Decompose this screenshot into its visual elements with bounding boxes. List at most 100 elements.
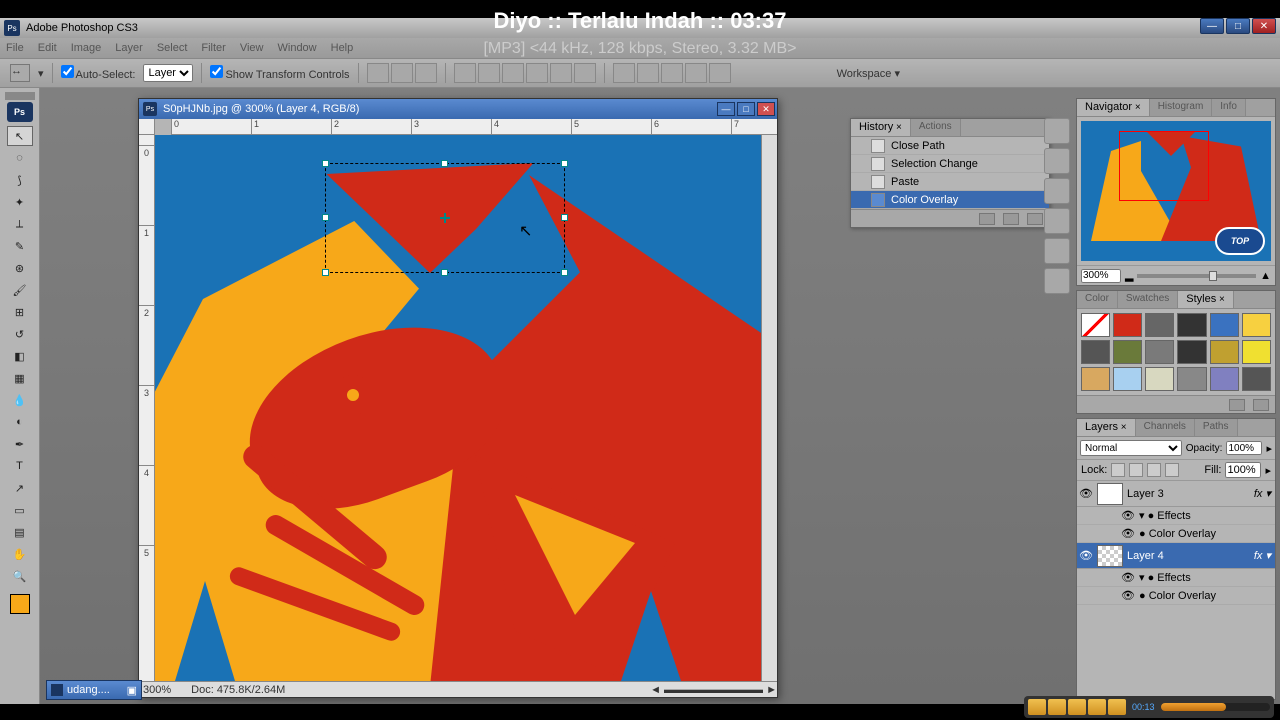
history-brush-tool[interactable]: ↺	[7, 324, 33, 344]
media-stop-button[interactable]	[1088, 699, 1106, 715]
lasso-tool[interactable]: ⟆	[7, 170, 33, 190]
style-swatch[interactable]	[1113, 313, 1142, 337]
panel-icon[interactable]	[1044, 268, 1070, 294]
blur-tool[interactable]: 💧	[7, 390, 33, 410]
style-swatch[interactable]	[1177, 340, 1206, 364]
tab-color[interactable]: Color	[1077, 291, 1118, 308]
style-swatch[interactable]	[1210, 313, 1239, 337]
style-swatch[interactable]	[1145, 340, 1174, 364]
style-swatch[interactable]	[1177, 313, 1206, 337]
menu-window[interactable]: Window	[278, 42, 317, 54]
stamp-tool[interactable]: ⊞	[7, 302, 33, 322]
foreground-color[interactable]	[10, 594, 30, 614]
opacity-input[interactable]	[1226, 441, 1262, 455]
auto-select-dropdown[interactable]: Layer	[143, 64, 193, 82]
panel-icon[interactable]	[1044, 208, 1070, 234]
style-swatch[interactable]	[1145, 367, 1174, 391]
doc-minimize-button[interactable]: —	[717, 102, 735, 116]
style-swatch[interactable]	[1210, 340, 1239, 364]
menu-view[interactable]: View	[240, 42, 264, 54]
zoom-out-icon[interactable]: ▂	[1125, 269, 1133, 282]
panel-icon[interactable]	[1044, 178, 1070, 204]
layer-effect-row[interactable]: 👁▾ ● Effects	[1077, 569, 1275, 587]
lock-all-icon[interactable]	[1165, 463, 1179, 477]
lock-transparency-icon[interactable]	[1111, 463, 1125, 477]
align-buttons[interactable]	[367, 63, 437, 83]
tab-swatches[interactable]: Swatches	[1118, 291, 1178, 308]
navigator-thumbnail[interactable]: TOP	[1081, 121, 1271, 261]
menu-layer[interactable]: Layer	[115, 42, 143, 54]
media-progress[interactable]	[1161, 703, 1270, 711]
layer-effect-row[interactable]: 👁▾ ● Effects	[1077, 507, 1275, 525]
ruler-horizontal[interactable]: 01234567891011	[171, 119, 777, 135]
shape-tool[interactable]: ▭	[7, 500, 33, 520]
menu-image[interactable]: Image	[71, 42, 102, 54]
tab-histogram[interactable]: Histogram	[1150, 99, 1213, 116]
auto-select-checkbox[interactable]: Auto-Select:	[61, 65, 136, 81]
distribute-buttons[interactable]	[454, 63, 596, 83]
style-swatch[interactable]	[1081, 340, 1110, 364]
document-titlebar[interactable]: Ps S0pHJNb.jpg @ 300% (Layer 4, RGB/8) —…	[139, 99, 777, 119]
layer-row[interactable]: 👁Layer 4fx ▾	[1077, 543, 1275, 569]
crop-tool[interactable]: ⟂	[7, 214, 33, 234]
lock-paint-icon[interactable]	[1129, 463, 1143, 477]
menu-edit[interactable]: Edit	[38, 42, 57, 54]
panel-icon[interactable]	[1044, 238, 1070, 264]
zoom-in-icon[interactable]: ▲	[1260, 270, 1271, 282]
tab-styles[interactable]: Styles ×	[1178, 291, 1234, 308]
layer-effect-row[interactable]: 👁● Color Overlay	[1077, 587, 1275, 605]
tab-paths[interactable]: Paths	[1195, 419, 1238, 436]
layer-row[interactable]: 👁Layer 3fx ▾	[1077, 481, 1275, 507]
arrange-buttons[interactable]	[613, 63, 731, 83]
style-swatch[interactable]	[1242, 367, 1271, 391]
zoom-slider[interactable]	[1137, 274, 1256, 278]
tab-actions[interactable]: Actions	[911, 119, 961, 136]
zoom-tool[interactable]: 🔍	[7, 566, 33, 586]
collapsed-panel-strip[interactable]	[1044, 118, 1070, 294]
media-next-button[interactable]	[1108, 699, 1126, 715]
move-tool[interactable]: ↖	[7, 126, 33, 146]
media-prev-button[interactable]	[1028, 699, 1046, 715]
path-tool[interactable]: ↗	[7, 478, 33, 498]
style-swatch[interactable]	[1210, 367, 1239, 391]
close-button[interactable]: ✕	[1252, 18, 1276, 34]
wand-tool[interactable]: ✦	[7, 192, 33, 212]
panel-icon[interactable]	[1044, 118, 1070, 144]
taskbar-document[interactable]: udang....▣	[46, 680, 142, 700]
minimize-button[interactable]: —	[1200, 18, 1224, 34]
style-swatch[interactable]	[1081, 313, 1110, 337]
tab-navigator[interactable]: Navigator ×	[1077, 99, 1150, 116]
tab-history[interactable]: History ×	[851, 119, 911, 136]
history-item[interactable]: Color Overlay	[851, 191, 1049, 209]
ruler-vertical[interactable]: 012345	[139, 135, 155, 681]
eyedropper-tool[interactable]: ✎	[7, 236, 33, 256]
move-tool-icon[interactable]: ↔	[10, 64, 30, 82]
history-item[interactable]: Selection Change	[851, 155, 1049, 173]
menu-help[interactable]: Help	[331, 42, 354, 54]
tab-layers[interactable]: Layers ×	[1077, 419, 1136, 436]
doc-maximize-button[interactable]: □	[737, 102, 755, 116]
lock-position-icon[interactable]	[1147, 463, 1161, 477]
media-play-button[interactable]	[1048, 699, 1066, 715]
fill-input[interactable]	[1225, 462, 1261, 478]
show-transform-checkbox[interactable]: Show Transform Controls	[210, 65, 349, 81]
menu-filter[interactable]: Filter	[201, 42, 225, 54]
style-swatch[interactable]	[1113, 367, 1142, 391]
menu-file[interactable]: File	[6, 42, 24, 54]
blend-mode-dropdown[interactable]: Normal	[1080, 440, 1182, 456]
style-swatch[interactable]	[1242, 340, 1271, 364]
style-swatch[interactable]	[1177, 367, 1206, 391]
eraser-tool[interactable]: ◧	[7, 346, 33, 366]
doc-close-button[interactable]: ✕	[757, 102, 775, 116]
marquee-tool[interactable]: ◌	[7, 148, 33, 168]
zoom-level[interactable]: 300%	[143, 684, 171, 696]
healing-tool[interactable]: ⊛	[7, 258, 33, 278]
navigator-view-rect[interactable]	[1119, 131, 1209, 201]
pen-tool[interactable]: ✒	[7, 434, 33, 454]
gradient-tool[interactable]: ▦	[7, 368, 33, 388]
transform-bounding-box[interactable]	[325, 163, 565, 273]
type-tool[interactable]: T	[7, 456, 33, 476]
canvas[interactable]: ↖	[155, 135, 761, 681]
workspace-dropdown[interactable]: Workspace ▾	[837, 67, 900, 80]
dodge-tool[interactable]: ◐	[7, 412, 33, 432]
